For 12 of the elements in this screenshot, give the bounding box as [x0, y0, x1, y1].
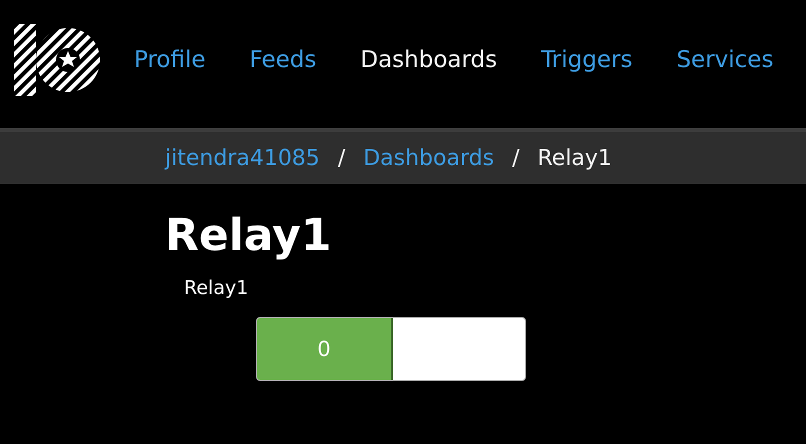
breadcrumb-separator: / [338, 146, 346, 170]
nav-link[interactable]: Feeds [250, 47, 316, 73]
nav-link[interactable]: Services [676, 47, 774, 73]
breadcrumb-link[interactable]: Dashboards [363, 146, 494, 170]
breadcrumb-link[interactable]: Relay1 [537, 146, 612, 170]
nav-link[interactable]: Dashboards [360, 47, 498, 73]
nav-link[interactable]: Triggers [541, 47, 632, 73]
dashboard-title: Relay1 [165, 210, 332, 263]
widget-label: Relay1 [184, 276, 250, 299]
nav-link[interactable]: Profile [134, 47, 206, 73]
breadcrumb-separator: / [512, 146, 520, 170]
breadcrumb-link[interactable]: jitendra41085 [165, 146, 320, 170]
